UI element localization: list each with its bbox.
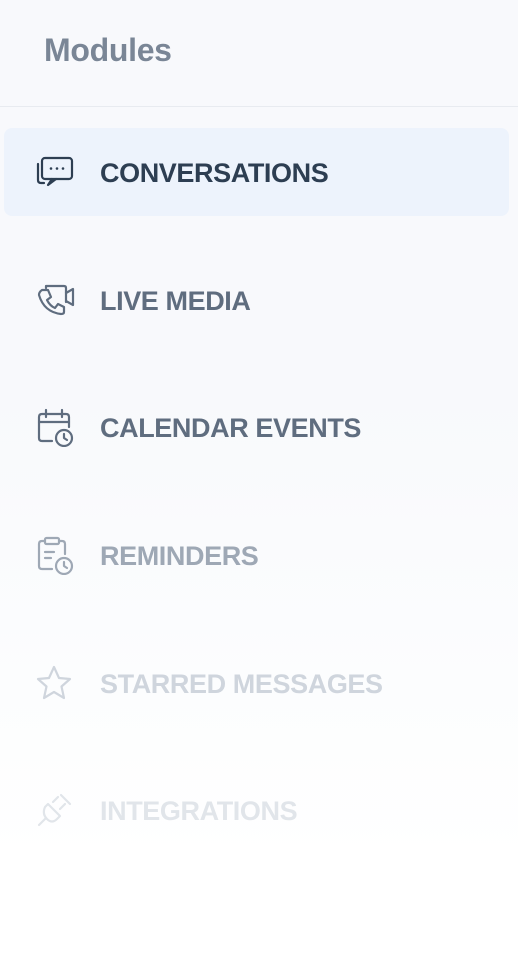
nav-label-live-media: LIVE MEDIA: [100, 286, 251, 316]
nav-item-live-media[interactable]: LIVE MEDIA: [4, 256, 509, 344]
nav-item-starred-messages[interactable]: STARRED MESSAGES: [4, 639, 509, 727]
nav-item-conversations[interactable]: CONVERSATIONS: [4, 128, 509, 216]
nav-label-reminders: REMINDERS: [100, 541, 259, 571]
nav-item-integrations[interactable]: INTEGRATIONS: [4, 766, 509, 854]
nav-item-reminders[interactable]: REMINDERS: [4, 511, 509, 599]
clipboard-clock-icon: [32, 535, 76, 575]
plug-icon: [32, 790, 76, 830]
nav-label-integrations: INTEGRATIONS: [100, 796, 298, 826]
nav-label-calendar-events: CALENDAR EVENTS: [100, 413, 362, 443]
panel-title: Modules: [44, 31, 172, 68]
calendar-clock-icon: [32, 407, 76, 447]
modules-panel: Modules CONVERSATIONS LIVE MEDIA CALENDA…: [0, 0, 518, 978]
nav-item-calendar-events[interactable]: CALENDAR EVENTS: [4, 383, 509, 471]
star-icon: [32, 663, 76, 703]
nav-label-conversations: CONVERSATIONS: [100, 158, 329, 188]
panel-header: Modules: [0, 0, 518, 107]
chat-bubbles-icon: [32, 152, 76, 192]
video-call-icon: [32, 280, 76, 320]
nav-label-starred-messages: STARRED MESSAGES: [100, 669, 383, 699]
